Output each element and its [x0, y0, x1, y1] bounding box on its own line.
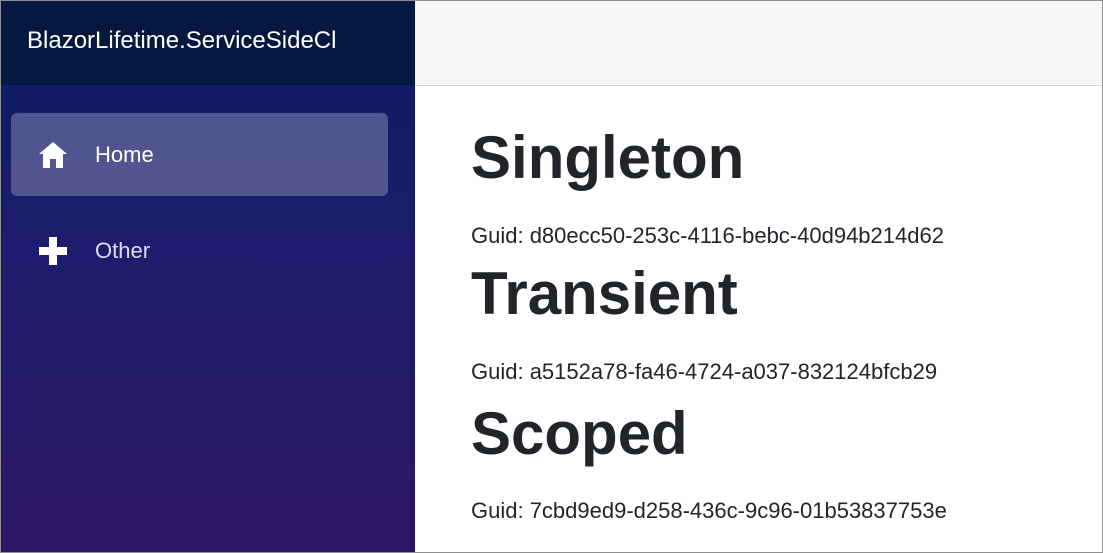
scoped-guid: Guid: 7cbd9ed9-d258-436c-9c96-01b5383775… — [471, 498, 947, 523]
app-window: BlazorLifetime.ServiceSideCl Home Other … — [0, 0, 1103, 553]
plus-icon — [39, 237, 67, 265]
home-icon — [39, 142, 67, 168]
nav-item-home[interactable]: Home — [11, 113, 388, 196]
transient-heading: Transient — [471, 260, 738, 327]
main-content: Singleton Guid: d80ecc50-253c-4116-bebc-… — [471, 1, 1091, 552]
nav-item-home-label: Home — [95, 142, 154, 167]
singleton-guid: Guid: d80ecc50-253c-4116-bebc-40d94b214d… — [471, 223, 944, 248]
brand-bar: BlazorLifetime.ServiceSideCl — [1, 1, 415, 85]
transient-guid: Guid: a5152a78-fa46-4724-a037-832124bfcb… — [471, 359, 938, 384]
sidebar: BlazorLifetime.ServiceSideCl Home Other — [1, 1, 415, 552]
singleton-heading: Singleton — [471, 124, 745, 191]
scoped-heading: Scoped — [471, 400, 688, 467]
nav-item-other-label: Other — [95, 238, 151, 263]
app-brand[interactable]: BlazorLifetime.ServiceSideCl — [27, 27, 336, 55]
nav-item-other[interactable]: Other — [11, 209, 388, 292]
